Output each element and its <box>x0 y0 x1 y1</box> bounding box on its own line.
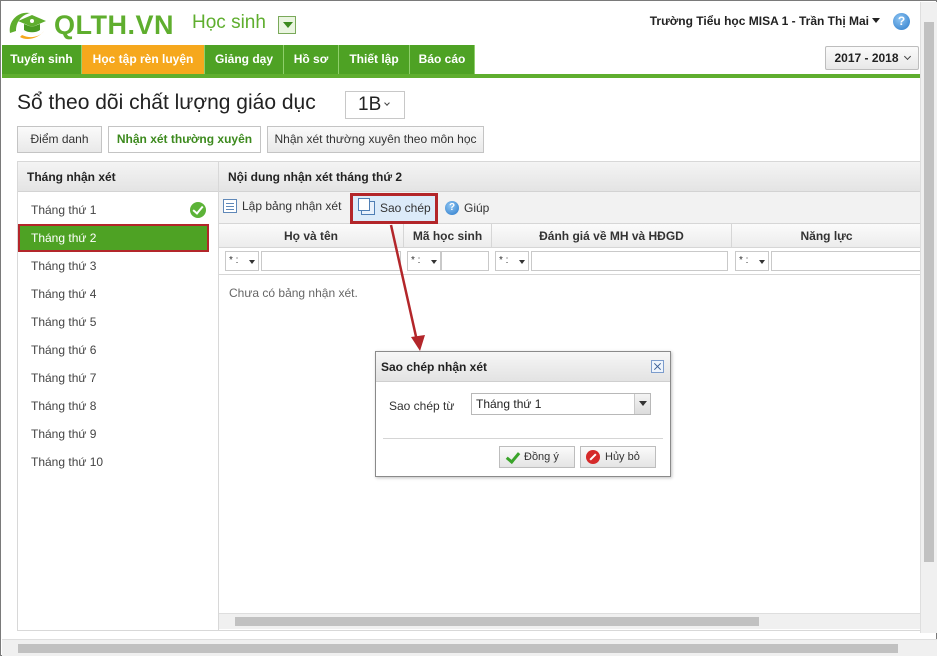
month-label: Tháng thứ 4 <box>31 287 97 301</box>
month-label: Tháng thứ 7 <box>31 371 97 385</box>
checkmark-icon <box>505 450 519 464</box>
cancel-button[interactable]: Hủy bỏ <box>580 446 656 468</box>
class-value: 1B <box>358 94 382 115</box>
dialog-divider <box>383 438 663 439</box>
filter-operator-select[interactable]: * : <box>407 251 441 271</box>
copy-label: Sao chép <box>380 201 431 215</box>
month-label: Tháng thứ 2 <box>31 231 97 245</box>
chevron-down-icon <box>384 100 391 106</box>
ok-button[interactable]: Đồng ý <box>499 446 575 468</box>
create-sheet-label: Lập bảng nhận xét <box>242 199 342 213</box>
copy-from-label: Sao chép từ <box>389 399 455 413</box>
month-item-selected[interactable]: Tháng thứ 2 <box>18 224 209 252</box>
month-label: Tháng thứ 10 <box>31 455 104 469</box>
month-label: Tháng thứ 8 <box>31 399 97 413</box>
filter-input-student-id[interactable] <box>441 251 489 271</box>
page-horizontal-thumb[interactable] <box>18 644 898 653</box>
copy-from-value: Tháng thứ 1 <box>476 397 542 411</box>
check-circle-icon <box>190 202 206 218</box>
month-label: Tháng thứ 3 <box>31 259 97 273</box>
help-icon: ? <box>445 201 459 215</box>
month-item[interactable]: Tháng thứ 8 <box>18 392 218 420</box>
filter-operator-select[interactable]: * : <box>495 251 529 271</box>
filter-input-competency[interactable] <box>771 251 921 271</box>
help-label: Giúp <box>464 201 490 215</box>
logo[interactable]: QLTH.VN <box>6 7 174 43</box>
month-label: Tháng thứ 6 <box>31 343 97 357</box>
month-item[interactable]: Tháng thứ 5 <box>18 308 218 336</box>
nav-item-tuyen-sinh[interactable]: Tuyển sinh <box>2 45 82 74</box>
school-year-select[interactable]: 2017 - 2018 <box>825 46 919 70</box>
page-vertical-thumb[interactable] <box>924 22 934 562</box>
grid-horizontal-scrollbar[interactable] <box>219 613 920 629</box>
chevron-down-icon <box>903 52 911 61</box>
month-panel-header: Tháng nhận xét <box>18 162 218 192</box>
nav-item-thiet-lap[interactable]: Thiết lập <box>339 45 410 74</box>
month-item[interactable]: Tháng thứ 4 <box>18 280 218 308</box>
nav-item-bao-cao[interactable]: Báo cáo <box>410 45 475 74</box>
month-item[interactable]: Tháng thứ 7 <box>18 364 218 392</box>
help-button[interactable]: ? Giúp <box>445 201 489 215</box>
page-vertical-scrollbar[interactable] <box>920 2 937 633</box>
dropdown-arrow-icon[interactable] <box>634 394 650 414</box>
filter-operator-select[interactable]: * : <box>225 251 259 271</box>
tab-diem-danh[interactable]: Điểm danh <box>17 126 102 153</box>
column-header-competency[interactable]: Năng lực <box>732 224 921 248</box>
copy-icon <box>358 198 375 215</box>
grid-scroll-thumb[interactable] <box>235 617 759 626</box>
school-user-label: Trường Tiểu học MISA 1 - Trần Thị Mai <box>649 14 869 28</box>
create-sheet-button[interactable]: Lập bảng nhận xét <box>223 199 341 213</box>
help-icon[interactable]: ? <box>893 13 910 30</box>
ok-label: Đồng ý <box>524 451 559 463</box>
school-year-value: 2017 - 2018 <box>834 51 899 65</box>
month-label: Tháng thứ 1 <box>31 203 97 217</box>
month-item[interactable]: Tháng thứ 10 <box>18 448 218 476</box>
toolbar: Lập bảng nhận xét <box>219 192 921 224</box>
graduation-cap-logo-icon <box>6 7 50 43</box>
close-icon[interactable] <box>651 360 664 373</box>
month-label: Tháng thứ 9 <box>31 427 97 441</box>
spreadsheet-icon <box>223 199 237 213</box>
empty-message: Chưa có bảng nhận xét. <box>229 286 358 300</box>
page-horizontal-scrollbar[interactable] <box>2 639 937 656</box>
month-item[interactable]: Tháng thứ 3 <box>18 252 218 280</box>
filter-input-subject-eval[interactable] <box>531 251 728 271</box>
column-header-subject-eval[interactable]: Đánh giá về MH và HĐGD <box>492 224 732 248</box>
nav-item-giang-day[interactable]: Giảng dạy <box>205 45 284 74</box>
grid-header: Họ và tên Mã học sinh Đánh giá về MH và … <box>219 224 921 248</box>
main-nav: Tuyển sinh Học tập rèn luyện Giảng dạy H… <box>2 45 920 78</box>
nav-item-hoc-tap[interactable]: Học tập rèn luyện <box>82 45 205 74</box>
caret-down-icon <box>872 18 880 23</box>
filter-operator-select[interactable]: * : <box>735 251 769 271</box>
cancel-icon <box>586 450 600 464</box>
column-header-student-id[interactable]: Mã học sinh <box>404 224 492 248</box>
app-window: QLTH.VN Học sinh Trường Tiểu học MISA 1 … <box>0 0 937 656</box>
filter-row: * : * : * : * : <box>219 248 921 275</box>
role-dropdown-icon[interactable] <box>278 16 296 34</box>
school-user-menu[interactable]: Trường Tiểu học MISA 1 - Trần Thị Mai <box>650 14 880 28</box>
month-item[interactable]: Tháng thứ 6 <box>18 336 218 364</box>
month-label: Tháng thứ 5 <box>31 315 97 329</box>
copy-comments-dialog: Sao chép nhận xét Sao chép từ Tháng thứ … <box>375 351 671 477</box>
copy-button[interactable]: Sao chép <box>358 198 431 215</box>
column-header-name[interactable]: Họ và tên <box>219 224 404 248</box>
dialog-title: Sao chép nhận xét <box>376 352 670 382</box>
logo-text: QLTH.VN <box>54 9 174 40</box>
app-header: QLTH.VN Học sinh Trường Tiểu học MISA 1 … <box>2 2 920 44</box>
month-item[interactable]: Tháng thứ 9 <box>18 420 218 448</box>
nav-item-ho-so[interactable]: Hồ sơ <box>284 45 339 74</box>
class-select[interactable]: 1B <box>345 91 405 119</box>
month-item[interactable]: Tháng thứ 1 <box>18 196 218 224</box>
role-label: Học sinh <box>192 12 266 33</box>
cancel-label: Hủy bỏ <box>605 451 640 463</box>
comment-panel-header: Nội dung nhận xét tháng thứ 2 <box>219 162 920 192</box>
month-panel: Tháng nhận xét Tháng thứ 1 Tháng thứ 2 T… <box>17 161 218 631</box>
tab-nhan-xet-theo-mon-hoc[interactable]: Nhận xét thường xuyên theo môn học <box>267 126 484 153</box>
page-title: Sổ theo dõi chất lượng giáo dục <box>17 91 316 114</box>
tab-nhan-xet-thuong-xuyen[interactable]: Nhận xét thường xuyên <box>108 126 261 153</box>
copy-from-select[interactable]: Tháng thứ 1 <box>471 393 651 415</box>
filter-input-name[interactable] <box>261 251 401 271</box>
